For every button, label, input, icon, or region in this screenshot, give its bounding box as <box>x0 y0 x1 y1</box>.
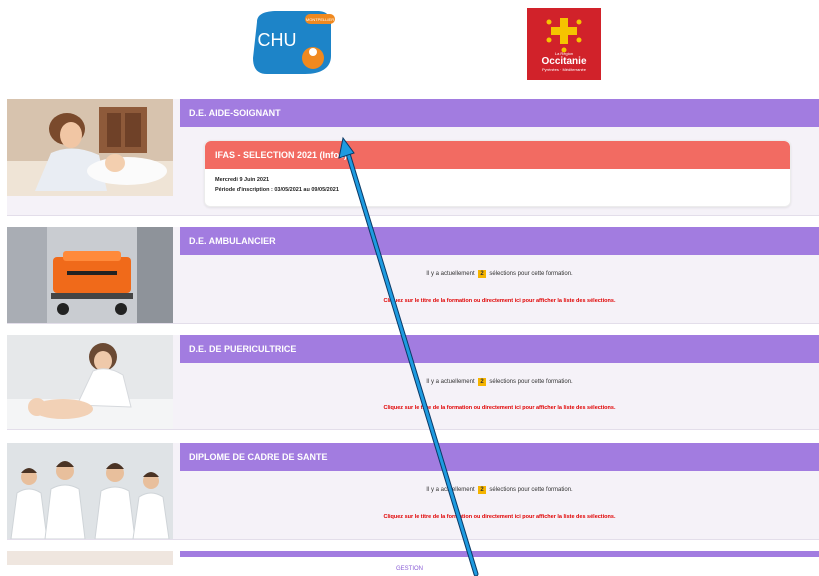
session-date: Mercredi 9 Juin 2021 <box>215 177 270 183</box>
formation-title-ambulancier[interactable]: D.E. AMBULANCIER <box>180 227 819 255</box>
formation-header-partial[interactable] <box>180 551 819 557</box>
count-badge: 2 <box>478 486 486 494</box>
selection-hint-link[interactable]: Cliquez sur le titre de la formation ou … <box>180 405 819 411</box>
region-tagline: Pyrénées · Méditerranée <box>541 67 587 72</box>
count-prefix: Il y a actuellement <box>426 379 475 385</box>
count-suffix: sélections pour cette formation. <box>489 271 573 277</box>
formation-title-aide-soignant[interactable]: D.E. AIDE-SOIGNANT <box>180 99 819 127</box>
formation-title-cadre-sante[interactable]: DIPLOME DE CADRE DE SANTE <box>180 443 819 471</box>
selection-hint-link[interactable]: Cliquez sur le titre de la formation ou … <box>180 298 819 304</box>
formation-image-puericultrice <box>7 335 173 429</box>
count-badge: 2 <box>478 270 486 278</box>
session-period: Période d'inscription : 03/05/2021 au 09… <box>215 187 339 193</box>
count-badge: 2 <box>478 378 486 386</box>
chu-name: CHU <box>258 30 297 50</box>
gestion-link[interactable]: GESTION <box>0 566 819 572</box>
count-prefix: Il y a actuellement <box>426 487 475 493</box>
selection-count-line: Il y a actuellement 2 sélections pour ce… <box>180 270 819 278</box>
session-title[interactable]: IFAS - SELECTION 2021 (Infos) <box>205 141 790 169</box>
region-name: Occitanie <box>541 56 587 67</box>
logos-bar: MONTPELLIER CHU La Région Occitanie Pyré… <box>0 0 819 95</box>
count-suffix: sélections pour cette formation. <box>489 487 573 493</box>
formation-title-puericultrice[interactable]: D.E. DE PUERICULTRICE <box>180 335 819 363</box>
formation-card-puericultrice: D.E. DE PUERICULTRICE Il y a actuellemen… <box>7 335 819 430</box>
selection-count-line: Il y a actuellement 2 sélections pour ce… <box>180 486 819 494</box>
occitanie-logo: La Région Occitanie Pyrénées · Méditerra… <box>527 8 601 80</box>
formation-image-partial <box>7 551 173 565</box>
chu-logo: MONTPELLIER CHU <box>243 8 335 80</box>
chu-badge: MONTPELLIER <box>306 17 334 22</box>
formation-card-partial <box>7 551 819 576</box>
selection-hint-link[interactable]: Cliquez sur le titre de la formation ou … <box>180 514 819 520</box>
selection-count-line: Il y a actuellement 2 sélections pour ce… <box>180 378 819 386</box>
count-prefix: Il y a actuellement <box>426 271 475 277</box>
formation-image-cadre-sante <box>7 443 173 540</box>
formation-image-aide-soignant <box>7 99 173 196</box>
session-card[interactable]: IFAS - SELECTION 2021 (Infos) Mercredi 9… <box>204 140 791 207</box>
formation-card-ambulancier: D.E. AMBULANCIER Il y a actuellement 2 s… <box>7 227 819 324</box>
formation-image-ambulancier <box>7 227 173 323</box>
count-suffix: sélections pour cette formation. <box>489 379 573 385</box>
formation-card-cadre-sante: DIPLOME DE CADRE DE SANTE Il y a actuell… <box>7 443 819 540</box>
